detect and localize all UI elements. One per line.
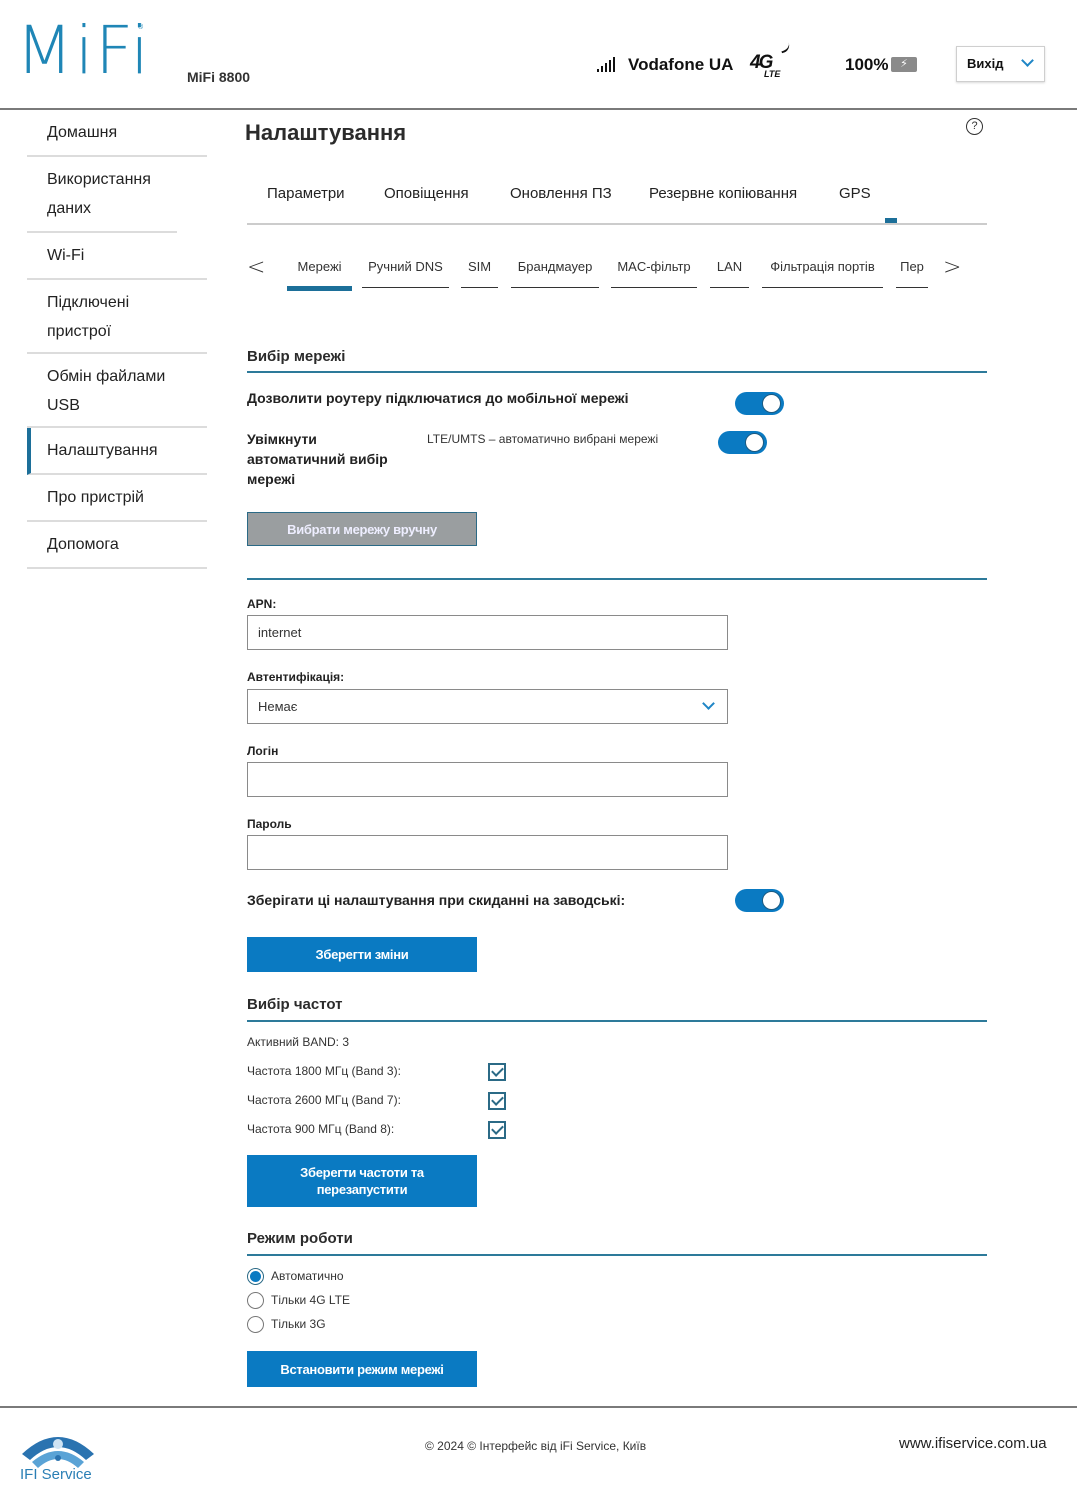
footer-website-link[interactable]: www.ifiservice.com.ua [899, 1435, 1047, 1452]
settings-tabs: Параметри Оповіщення Оновлення ПЗ Резерв… [247, 183, 987, 225]
subtab-sim[interactable]: SIM [461, 259, 498, 288]
login-label: Логін [247, 744, 279, 758]
sidebar-nav: Домашня Використання даних Wi-Fi Підключ… [27, 110, 207, 569]
section-divider [247, 371, 987, 373]
auth-label: Автентифікація: [247, 670, 345, 684]
active-band: Активний BAND: 3 [247, 1035, 350, 1049]
band-8-checkbox[interactable] [488, 1121, 506, 1139]
auth-select[interactable]: Немає [247, 689, 728, 724]
tab-notifications[interactable]: Оповіщення [384, 185, 469, 202]
subtab-firewall[interactable]: Брандмауер [511, 259, 599, 288]
logout-label: Вихід [967, 56, 1004, 71]
manual-network-button[interactable]: Вибрати мережу вручну [247, 512, 477, 546]
footer-copyright: © 2024 © Інтерфейс від iFi Service, Київ [425, 1439, 647, 1453]
carrier-name: Vodafone UA [628, 55, 734, 74]
bands-title: Вибір частот [247, 996, 343, 1013]
subtab-more[interactable]: Пер [896, 259, 928, 288]
band-3-label: Частота 1800 МГц (Band 3): [247, 1064, 401, 1078]
save-bands-restart-button[interactable]: Зберегти частоти та перезапустити [247, 1155, 477, 1207]
mode-4g-radio[interactable] [247, 1292, 264, 1309]
section-divider [247, 1020, 987, 1022]
network-select-title: Вибір мережі [247, 348, 346, 365]
toggle-knob [762, 394, 781, 413]
network-subtabs: < Мережі Ручний DNS SIM Брандмауер MAC-ф… [247, 255, 987, 295]
network-4g-lte-icon: 4G LTE [750, 40, 792, 82]
sidebar-item-home[interactable]: Домашня [27, 110, 207, 157]
set-network-mode-button[interactable]: Встановити режим мережі [247, 1351, 477, 1387]
subtabs-prev-arrow[interactable]: < [247, 255, 265, 280]
password-label: Пароль [247, 817, 292, 831]
sidebar-item-usb-file-sharing[interactable]: Обмін файлами USB [27, 354, 187, 428]
battery-level: 100% [845, 55, 889, 74]
subtab-networks[interactable]: Мережі [287, 259, 352, 291]
auto-select-label: Увімкнути автоматичний вибір мережі [247, 431, 388, 487]
allow-mobile-label: Дозволити роутеру підключатися до мобіль… [247, 390, 629, 406]
sidebar-item-data-usage[interactable]: Використання даних [27, 157, 177, 233]
section-divider [247, 578, 987, 580]
band-7-label: Частота 2600 МГц (Band 7): [247, 1093, 401, 1107]
auth-selected-value: Немає [258, 699, 298, 714]
tab-firmware-update[interactable]: Оновлення ПЗ [510, 185, 612, 202]
mode-auto-radio[interactable] [247, 1268, 264, 1285]
tab-indicator [885, 218, 897, 223]
device-model: MiFi 8800 [187, 69, 251, 85]
chevron-down-icon [1021, 54, 1034, 67]
subtab-manual-dns[interactable]: Ручний DNS [362, 259, 449, 288]
login-input[interactable] [247, 762, 728, 797]
password-input[interactable] [247, 835, 728, 870]
keep-on-reset-toggle[interactable] [735, 889, 784, 912]
subtab-lan[interactable]: LAN [710, 259, 749, 288]
subtab-mac-filter[interactable]: MAC-фільтр [611, 259, 697, 288]
band-7-checkbox[interactable] [488, 1092, 506, 1110]
mode-3g-label: Тільки 3G [271, 1317, 326, 1331]
apn-input[interactable]: internet [247, 615, 728, 650]
apn-label: APN: [247, 597, 277, 611]
mode-auto-label: Автоматично [271, 1269, 344, 1283]
sidebar-item-about[interactable]: Про пристрій [27, 475, 207, 522]
chevron-down-icon [702, 697, 715, 710]
page-title: Налаштування [245, 120, 407, 145]
mode-3g-radio[interactable] [247, 1316, 264, 1333]
sidebar-item-help[interactable]: Допомога [27, 522, 207, 569]
auto-select-note: LTE/UMTS – автоматично вибрані мережі [427, 432, 659, 446]
logout-dropdown[interactable]: Вихід [956, 46, 1045, 82]
keep-on-reset-label: Зберігати ці налаштування при скиданні н… [247, 892, 626, 908]
tab-gps[interactable]: GPS [839, 185, 871, 202]
auto-select-toggle[interactable] [718, 431, 767, 454]
footer-logo-text: IFI Service [20, 1466, 92, 1483]
section-divider [247, 1254, 987, 1256]
tab-backup[interactable]: Резервне копіювання [649, 185, 797, 202]
signal-strength-icon [597, 56, 617, 72]
network-sub-type: LTE [764, 69, 781, 79]
allow-mobile-toggle[interactable] [735, 392, 784, 415]
registered-mark: ® [138, 24, 144, 31]
toggle-knob [762, 891, 781, 910]
help-icon[interactable]: ? [966, 118, 983, 135]
tab-parameters[interactable]: Параметри [267, 185, 345, 202]
battery-charging-icon: ⚡ [891, 57, 917, 72]
sidebar-item-wifi[interactable]: Wi-Fi [27, 233, 207, 280]
network-arc-icon [778, 40, 792, 54]
mode-title: Режим роботи [247, 1230, 353, 1247]
toggle-knob [745, 433, 764, 452]
header: MiFi ® MiFi 8800 Vodafone UA 4G LTE 100%… [0, 0, 1077, 110]
band-3-checkbox[interactable] [488, 1063, 506, 1081]
footer-divider [0, 1406, 1077, 1408]
mode-4g-label: Тільки 4G LTE [271, 1293, 350, 1307]
save-changes-button[interactable]: Зберегти зміни [247, 937, 477, 972]
mifi-logo: MiFi [16, 12, 151, 89]
sidebar-item-settings[interactable]: Налаштування [27, 428, 207, 475]
subtab-port-filtering[interactable]: Фільтрація портів [762, 259, 883, 288]
band-8-label: Частота 900 МГц (Band 8): [247, 1122, 395, 1136]
sidebar-item-connected-devices[interactable]: Підключені пристрої [27, 280, 167, 354]
subtabs-next-arrow[interactable]: > [943, 255, 961, 280]
